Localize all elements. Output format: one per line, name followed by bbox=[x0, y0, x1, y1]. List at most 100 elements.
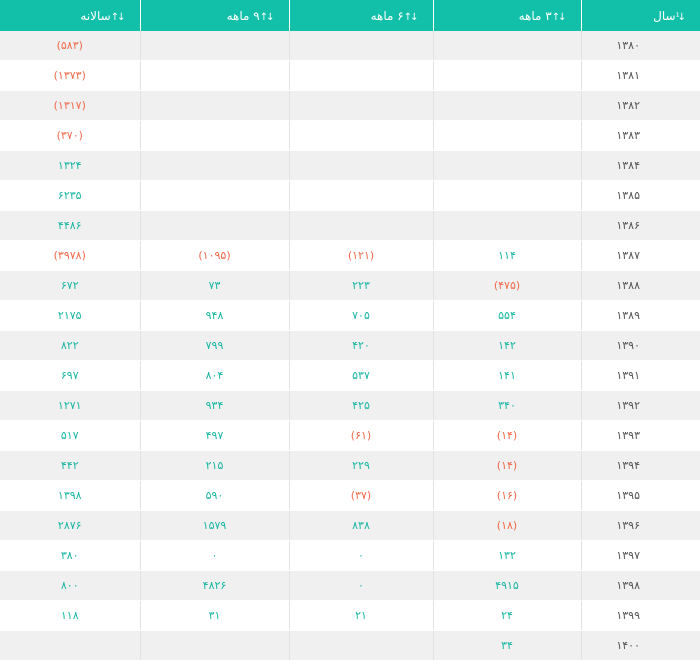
cell-6-month: ۰ bbox=[288, 540, 433, 571]
cell-3-month bbox=[432, 150, 581, 181]
cell-annual: ۴۴۸۶ bbox=[0, 210, 140, 241]
cell-9-month: ۰ bbox=[139, 540, 289, 571]
cell-annual: (۱۳۷۳) bbox=[0, 60, 140, 91]
cell-annual: ۵۱۷ bbox=[0, 420, 140, 451]
data-table: ↓¹سال ↓↑۳ ماهه ↓↑۶ ماهه ↓↑۹ ماهه ↓↑سالان… bbox=[0, 0, 700, 661]
cell-6-month: ۵۳۷ bbox=[288, 360, 433, 391]
table-row: ۱۳۹۵ (۱۶) (۳۷) ۵۹۰ ۱۳۹۸ bbox=[0, 480, 700, 511]
cell-annual: ۳۸۰ bbox=[0, 540, 140, 571]
cell-year: ۱۳۹۲ bbox=[580, 390, 700, 421]
cell-9-month: ۹۳۴ bbox=[139, 390, 289, 421]
cell-annual: ۴۴۲ bbox=[0, 450, 140, 481]
cell-6-month: (۱۲۱) bbox=[288, 240, 433, 271]
cell-annual: ۲۱۷۵ bbox=[0, 300, 140, 331]
cell-3-month: ۲۴ bbox=[432, 600, 581, 631]
cell-annual: ۶۷۲ bbox=[0, 270, 140, 301]
cell-9-month bbox=[139, 120, 289, 151]
cell-year: ۱۳۹۷ bbox=[580, 540, 700, 571]
cell-year: ۱۳۸۸ bbox=[580, 270, 700, 301]
cell-year: ۱۳۹۵ bbox=[580, 480, 700, 511]
column-header-9-month[interactable]: ↓↑۹ ماهه bbox=[139, 0, 289, 31]
table-row: ۱۳۸۶ ۴۴۸۶ bbox=[0, 210, 700, 241]
header-label: ۶ ماهه bbox=[370, 8, 404, 23]
cell-year: ۱۳۸۹ bbox=[580, 300, 700, 331]
cell-9-month: (۱۰۹۵) bbox=[139, 240, 289, 271]
cell-9-month bbox=[139, 31, 289, 61]
cell-9-month: ۸۰۴ bbox=[139, 360, 289, 391]
sort-arrows-icon[interactable]: ↓↑ bbox=[111, 12, 126, 23]
header-label: ۳ ماهه bbox=[518, 8, 552, 23]
cell-year: ۱۳۸۷ bbox=[580, 240, 700, 271]
cell-3-month bbox=[432, 180, 581, 211]
cell-6-month: (۶۱) bbox=[288, 420, 433, 451]
sort-arrows-icon[interactable]: ↓↑ bbox=[260, 12, 275, 23]
table-row: ۱۳۹۱ ۱۴۱ ۵۳۷ ۸۰۴ ۶۹۷ bbox=[0, 360, 700, 391]
column-header-year[interactable]: ↓¹سال bbox=[580, 0, 700, 31]
column-header-annual[interactable]: ↓↑سالانه bbox=[0, 0, 140, 31]
cell-6-month bbox=[288, 120, 433, 151]
cell-year: ۱۳۸۱ bbox=[580, 60, 700, 91]
cell-3-month: ۱۱۴ bbox=[432, 240, 581, 271]
table-row: ۱۳۹۳ (۱۴) (۶۱) ۴۹۷ ۵۱۷ bbox=[0, 420, 700, 451]
cell-year: ۱۳۸۴ bbox=[580, 150, 700, 181]
cell-9-month bbox=[139, 630, 289, 661]
cell-6-month: ۲۲۹ bbox=[288, 450, 433, 481]
cell-annual: (۳۷۰) bbox=[0, 120, 140, 151]
table-row: ۱۳۸۲ (۱۳۱۷) bbox=[0, 90, 700, 121]
cell-year: ۱۳۹۹ bbox=[580, 600, 700, 631]
sort-numeric-icon[interactable]: ↓¹ bbox=[676, 12, 687, 23]
sort-arrows-icon[interactable]: ↓↑ bbox=[404, 12, 419, 23]
column-header-3-month[interactable]: ↓↑۳ ماهه bbox=[432, 0, 581, 31]
sort-arrows-icon[interactable]: ↓↑ bbox=[552, 12, 567, 23]
cell-9-month: ۹۴۸ bbox=[139, 300, 289, 331]
cell-annual: ۱۳۹۸ bbox=[0, 480, 140, 511]
cell-annual: (۳۹۷۸) bbox=[0, 240, 140, 271]
table-body: ۱۳۸۰ (۵۸۳) ۱۳۸۱ (۱۳۷۳) ۱۳۸۲ (۱۳۱۷) ۱۳۸۳ (۳۷۰) ۱۳… bbox=[0, 31, 700, 661]
cell-year: ۱۴۰۰ bbox=[580, 630, 700, 661]
cell-9-month bbox=[139, 150, 289, 181]
cell-6-month: ۴۲۰ bbox=[288, 330, 433, 361]
cell-annual: ۱۲۷۱ bbox=[0, 390, 140, 421]
column-header-6-month[interactable]: ↓↑۶ ماهه bbox=[288, 0, 433, 31]
cell-6-month bbox=[288, 150, 433, 181]
cell-year: ۱۳۸۳ bbox=[580, 120, 700, 151]
cell-6-month: ۰ bbox=[288, 570, 433, 601]
cell-3-month bbox=[432, 210, 581, 241]
cell-year: ۱۳۸۰ bbox=[580, 31, 700, 61]
cell-6-month bbox=[288, 180, 433, 211]
header-label: سالانه bbox=[80, 8, 111, 23]
cell-annual: ۸۰۰ bbox=[0, 570, 140, 601]
cell-year: ۱۳۹۸ bbox=[580, 570, 700, 601]
cell-6-month bbox=[288, 210, 433, 241]
cell-9-month bbox=[139, 210, 289, 241]
cell-9-month: ۲۱۵ bbox=[139, 450, 289, 481]
table-row: ۱۳۹۶ (۱۸) ۸۳۸ ۱۵۷۹ ۲۸۷۶ bbox=[0, 510, 700, 541]
cell-annual bbox=[0, 630, 140, 661]
cell-3-month: (۴۷۵) bbox=[432, 270, 581, 301]
cell-3-month: ۵۵۴ bbox=[432, 300, 581, 331]
table-row: ۱۳۹۲ ۳۴۰ ۴۲۵ ۹۳۴ ۱۲۷۱ bbox=[0, 390, 700, 421]
cell-year: ۱۳۸۲ bbox=[580, 90, 700, 121]
cell-3-month bbox=[432, 90, 581, 121]
cell-9-month: ۵۹۰ bbox=[139, 480, 289, 511]
cell-6-month bbox=[288, 630, 433, 661]
cell-3-month: ۳۴ bbox=[432, 630, 581, 661]
cell-annual: (۵۸۳) bbox=[0, 31, 140, 61]
cell-3-month: ۱۴۱ bbox=[432, 360, 581, 391]
table-row: ۱۳۹۴ (۱۴) ۲۲۹ ۲۱۵ ۴۴۲ bbox=[0, 450, 700, 481]
cell-annual: ۶۲۳۵ bbox=[0, 180, 140, 211]
cell-9-month: ۴۹۷ bbox=[139, 420, 289, 451]
cell-6-month bbox=[288, 60, 433, 91]
cell-3-month: ۳۴۰ bbox=[432, 390, 581, 421]
table-row: ۱۳۹۰ ۱۴۲ ۴۲۰ ۷۹۹ ۸۲۲ bbox=[0, 330, 700, 361]
cell-6-month: ۲۲۳ bbox=[288, 270, 433, 301]
cell-3-month: (۱۶) bbox=[432, 480, 581, 511]
table-row: ۱۳۸۰ (۵۸۳) bbox=[0, 31, 700, 61]
table-header-row: ↓¹سال ↓↑۳ ماهه ↓↑۶ ماهه ↓↑۹ ماهه ↓↑سالان… bbox=[0, 0, 700, 31]
cell-3-month: (۱۴) bbox=[432, 450, 581, 481]
cell-9-month: ۷۳ bbox=[139, 270, 289, 301]
table-row: ۱۳۸۹ ۵۵۴ ۷۰۵ ۹۴۸ ۲۱۷۵ bbox=[0, 300, 700, 331]
cell-3-month: ۱۳۲ bbox=[432, 540, 581, 571]
table-row: ۱۳۸۱ (۱۳۷۳) bbox=[0, 60, 700, 91]
cell-year: ۱۳۹۳ bbox=[580, 420, 700, 451]
